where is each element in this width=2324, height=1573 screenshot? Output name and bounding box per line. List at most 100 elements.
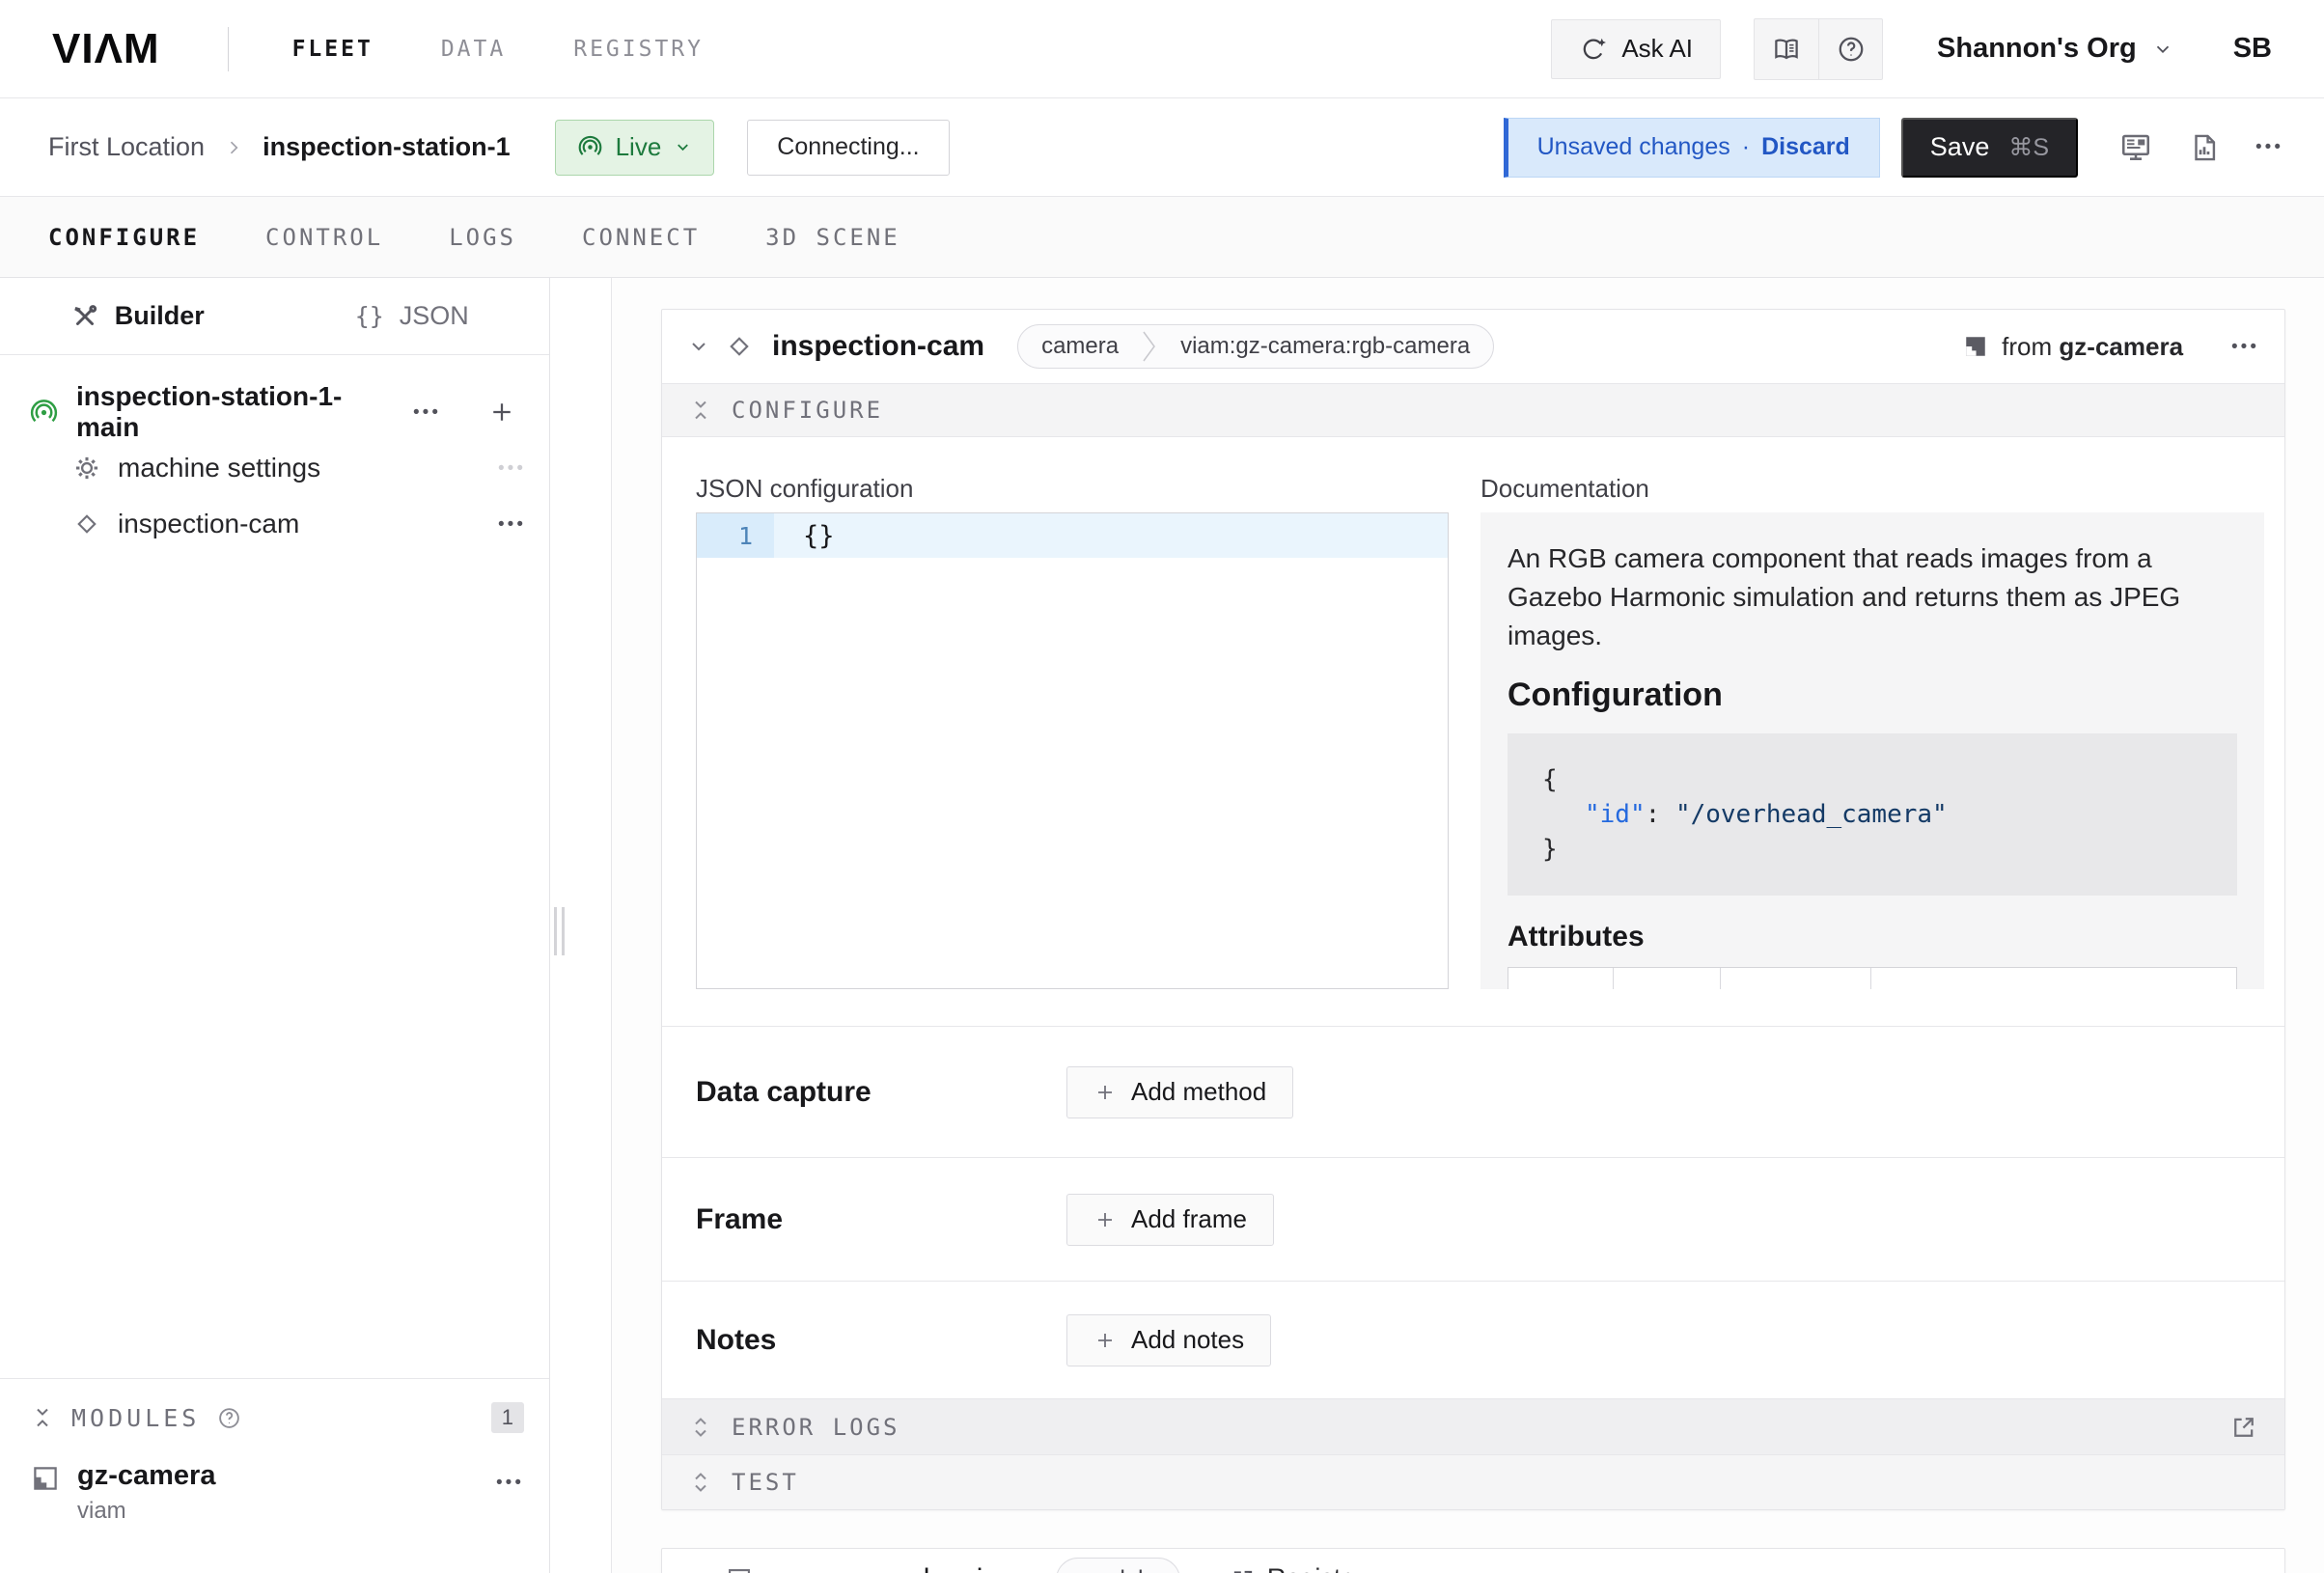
component-diamond-icon	[726, 333, 753, 360]
doc-description: An RGB camera component that reads image…	[1508, 539, 2237, 655]
registry-label: Registry	[1267, 1563, 1363, 1573]
add-component-icon[interactable]	[487, 398, 516, 427]
component-tree: inspection-station-1-main •••	[0, 355, 549, 552]
module-card-header: gz-camera by viam module Registry	[662, 1549, 2284, 1573]
machine-bar: First Location inspection-station-1 Live…	[0, 98, 2324, 197]
part-menu-icon[interactable]: •••	[413, 403, 441, 422]
collapse-icon	[689, 399, 712, 422]
tab-configure[interactable]: CONFIGURE	[48, 224, 200, 251]
help-button-group	[1754, 18, 1883, 80]
nav-registry[interactable]: REGISTRY	[573, 37, 704, 62]
ask-ai-label: Ask AI	[1621, 34, 1693, 64]
module-icon	[726, 1566, 753, 1573]
registry-link[interactable]: Registry	[1231, 1563, 1363, 1573]
module-icon	[1963, 334, 1988, 359]
tab-logs[interactable]: LOGS	[449, 224, 516, 251]
frame-label: Frame	[696, 1203, 1066, 1236]
modules-help-icon[interactable]	[217, 1406, 241, 1430]
docs-button[interactable]	[1755, 19, 1818, 79]
module-menu-icon[interactable]: •••	[496, 1474, 524, 1492]
external-link-icon[interactable]	[2230, 1414, 2257, 1441]
json-config-editor[interactable]: 1 {}	[696, 512, 1449, 989]
from-module-info: from gz-camera	[1963, 332, 2183, 362]
add-notes-button[interactable]: Add notes	[1066, 1314, 1271, 1366]
tag-separator-icon	[1142, 324, 1157, 369]
ask-ai-button[interactable]: Ask AI	[1551, 19, 1721, 79]
documentation-label: Documentation	[1480, 474, 1649, 504]
item-menu-icon[interactable]: •••	[498, 459, 526, 478]
builder-view-tab[interactable]: Builder	[0, 278, 275, 354]
component-card: inspection-cam camera viam:gz-camera:rgb…	[661, 309, 2285, 1510]
viam-logo[interactable]: VIΛM	[52, 25, 160, 73]
machine-tabs: CONFIGURE CONTROL LOGS CONNECT 3D SCENE	[0, 197, 2324, 278]
test-label: TEST	[732, 1469, 799, 1496]
unsaved-changes-label: Unsaved changes	[1537, 133, 1730, 161]
connecting-button[interactable]: Connecting...	[747, 120, 949, 176]
machine-status-dropdown[interactable]: Live	[555, 120, 715, 176]
module-card: gz-camera by viam module Registry	[661, 1548, 2285, 1573]
component-menu-icon[interactable]: •••	[2231, 338, 2259, 356]
documentation-panel[interactable]: An RGB camera component that reads image…	[1480, 512, 2264, 989]
expand-icon	[689, 1416, 712, 1439]
test-bar[interactable]: TEST	[662, 1454, 2284, 1509]
nav-data[interactable]: DATA	[441, 37, 506, 62]
primary-nav: FLEET DATA REGISTRY	[292, 37, 704, 62]
notes-label: Notes	[696, 1324, 1066, 1357]
more-actions-icon[interactable]: •••	[2255, 138, 2283, 156]
notes-section: Notes Add notes	[662, 1281, 2284, 1398]
configure-section-label: CONFIGURE	[732, 397, 883, 424]
chevron-down-icon[interactable]	[687, 1569, 710, 1573]
tab-connect[interactable]: CONNECT	[582, 224, 700, 251]
tree-root-machine[interactable]: inspection-station-1-main •••	[29, 384, 526, 440]
add-method-button[interactable]: Add method	[1066, 1066, 1293, 1118]
broadcast-icon	[577, 134, 603, 160]
sidebar-resize-handle[interactable]	[554, 907, 565, 955]
machine-bar-icons: •••	[2118, 130, 2283, 165]
tab-control[interactable]: CONTROL	[265, 224, 383, 251]
module-org: viam	[77, 1498, 479, 1525]
discard-link[interactable]: Discard	[1761, 133, 1850, 161]
ai-sparkle-icon	[1579, 35, 1608, 64]
book-icon	[1772, 35, 1801, 64]
item-menu-icon[interactable]: •••	[498, 515, 526, 534]
save-button[interactable]: Save ⌘S	[1901, 118, 2078, 178]
org-switcher[interactable]: Shannon's Org	[1937, 33, 2173, 65]
component-type-tag: camera	[1018, 333, 1142, 360]
tree-item-inspection-cam[interactable]: inspection-cam •••	[29, 496, 526, 552]
user-avatar[interactable]: SB	[2233, 33, 2272, 65]
chevron-down-icon[interactable]	[687, 335, 710, 358]
doc-configuration-heading: Configuration	[1508, 676, 2237, 714]
module-name: gz-camera	[77, 1460, 479, 1492]
module-icon	[31, 1464, 60, 1493]
tree-item-machine-settings[interactable]: machine settings •••	[29, 440, 526, 496]
from-module-label: from gz-camera	[2002, 332, 2183, 362]
configure-section-bar[interactable]: CONFIGURE	[662, 383, 2284, 437]
external-link-icon	[1231, 1567, 1256, 1573]
config-sidebar: Builder {} JSON inspection	[0, 278, 550, 1573]
save-shortcut: ⌘S	[2008, 133, 2049, 162]
top-nav: VIΛM FLEET DATA REGISTRY Ask AI	[0, 0, 2324, 98]
help-circle-icon	[1837, 35, 1866, 64]
module-list-item[interactable]: gz-camera viam •••	[31, 1460, 524, 1525]
module-tag: module	[1056, 1558, 1180, 1573]
frame-section: Frame Add frame	[662, 1157, 2284, 1281]
help-button[interactable]	[1818, 19, 1882, 79]
breadcrumb-location[interactable]: First Location	[48, 132, 205, 162]
component-model-tag: viam:gz-camera:rgb-camera	[1157, 333, 1493, 360]
gear-icon	[73, 455, 100, 482]
page-body: Builder {} JSON inspection	[0, 278, 2324, 1573]
add-frame-button[interactable]: Add frame	[1066, 1194, 1274, 1246]
monitor-icon[interactable]	[2118, 130, 2153, 165]
modules-header[interactable]: MODULES 1	[31, 1402, 524, 1433]
builder-label: Builder	[115, 301, 205, 331]
breadcrumb-machine-name: inspection-station-1	[263, 132, 511, 162]
report-file-icon[interactable]	[2188, 131, 2221, 164]
tab-3d-scene[interactable]: 3D SCENE	[765, 224, 900, 251]
tree-item-label: inspection-cam	[118, 509, 299, 539]
error-logs-label: ERROR LOGS	[732, 1414, 900, 1441]
json-view-tab[interactable]: {} JSON	[275, 278, 550, 354]
nav-fleet[interactable]: FLEET	[292, 37, 374, 62]
view-toggle: Builder {} JSON	[0, 278, 549, 355]
component-diamond-icon	[73, 511, 100, 538]
error-logs-bar[interactable]: ERROR LOGS	[662, 1398, 2284, 1454]
